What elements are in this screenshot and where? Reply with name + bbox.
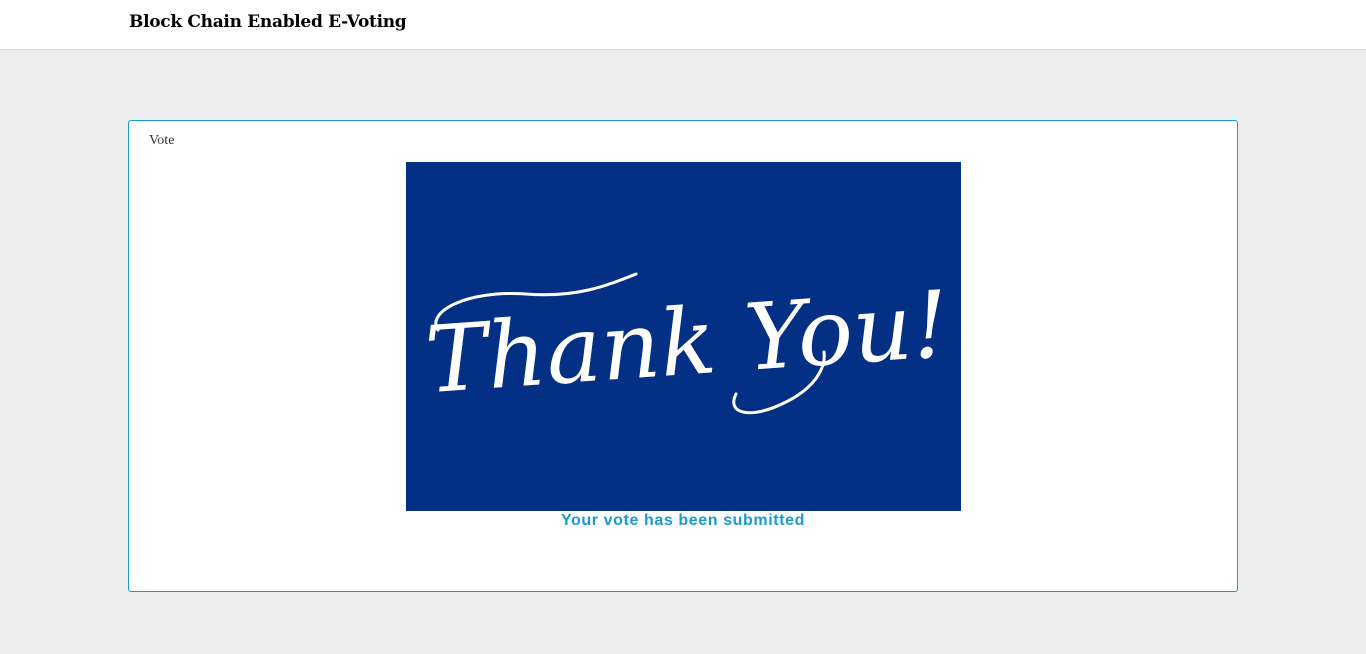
thank-you-image: Thank You!	[406, 162, 961, 511]
app-title: Block Chain Enabled E-Voting	[129, 12, 407, 32]
vote-submitted-message: Your vote has been submitted	[560, 512, 806, 529]
top-navbar: Block Chain Enabled E-Voting	[0, 0, 1366, 50]
panel-heading: Vote	[149, 133, 175, 148]
vote-panel: Vote Thank You! Your vote has been submi…	[128, 120, 1238, 592]
